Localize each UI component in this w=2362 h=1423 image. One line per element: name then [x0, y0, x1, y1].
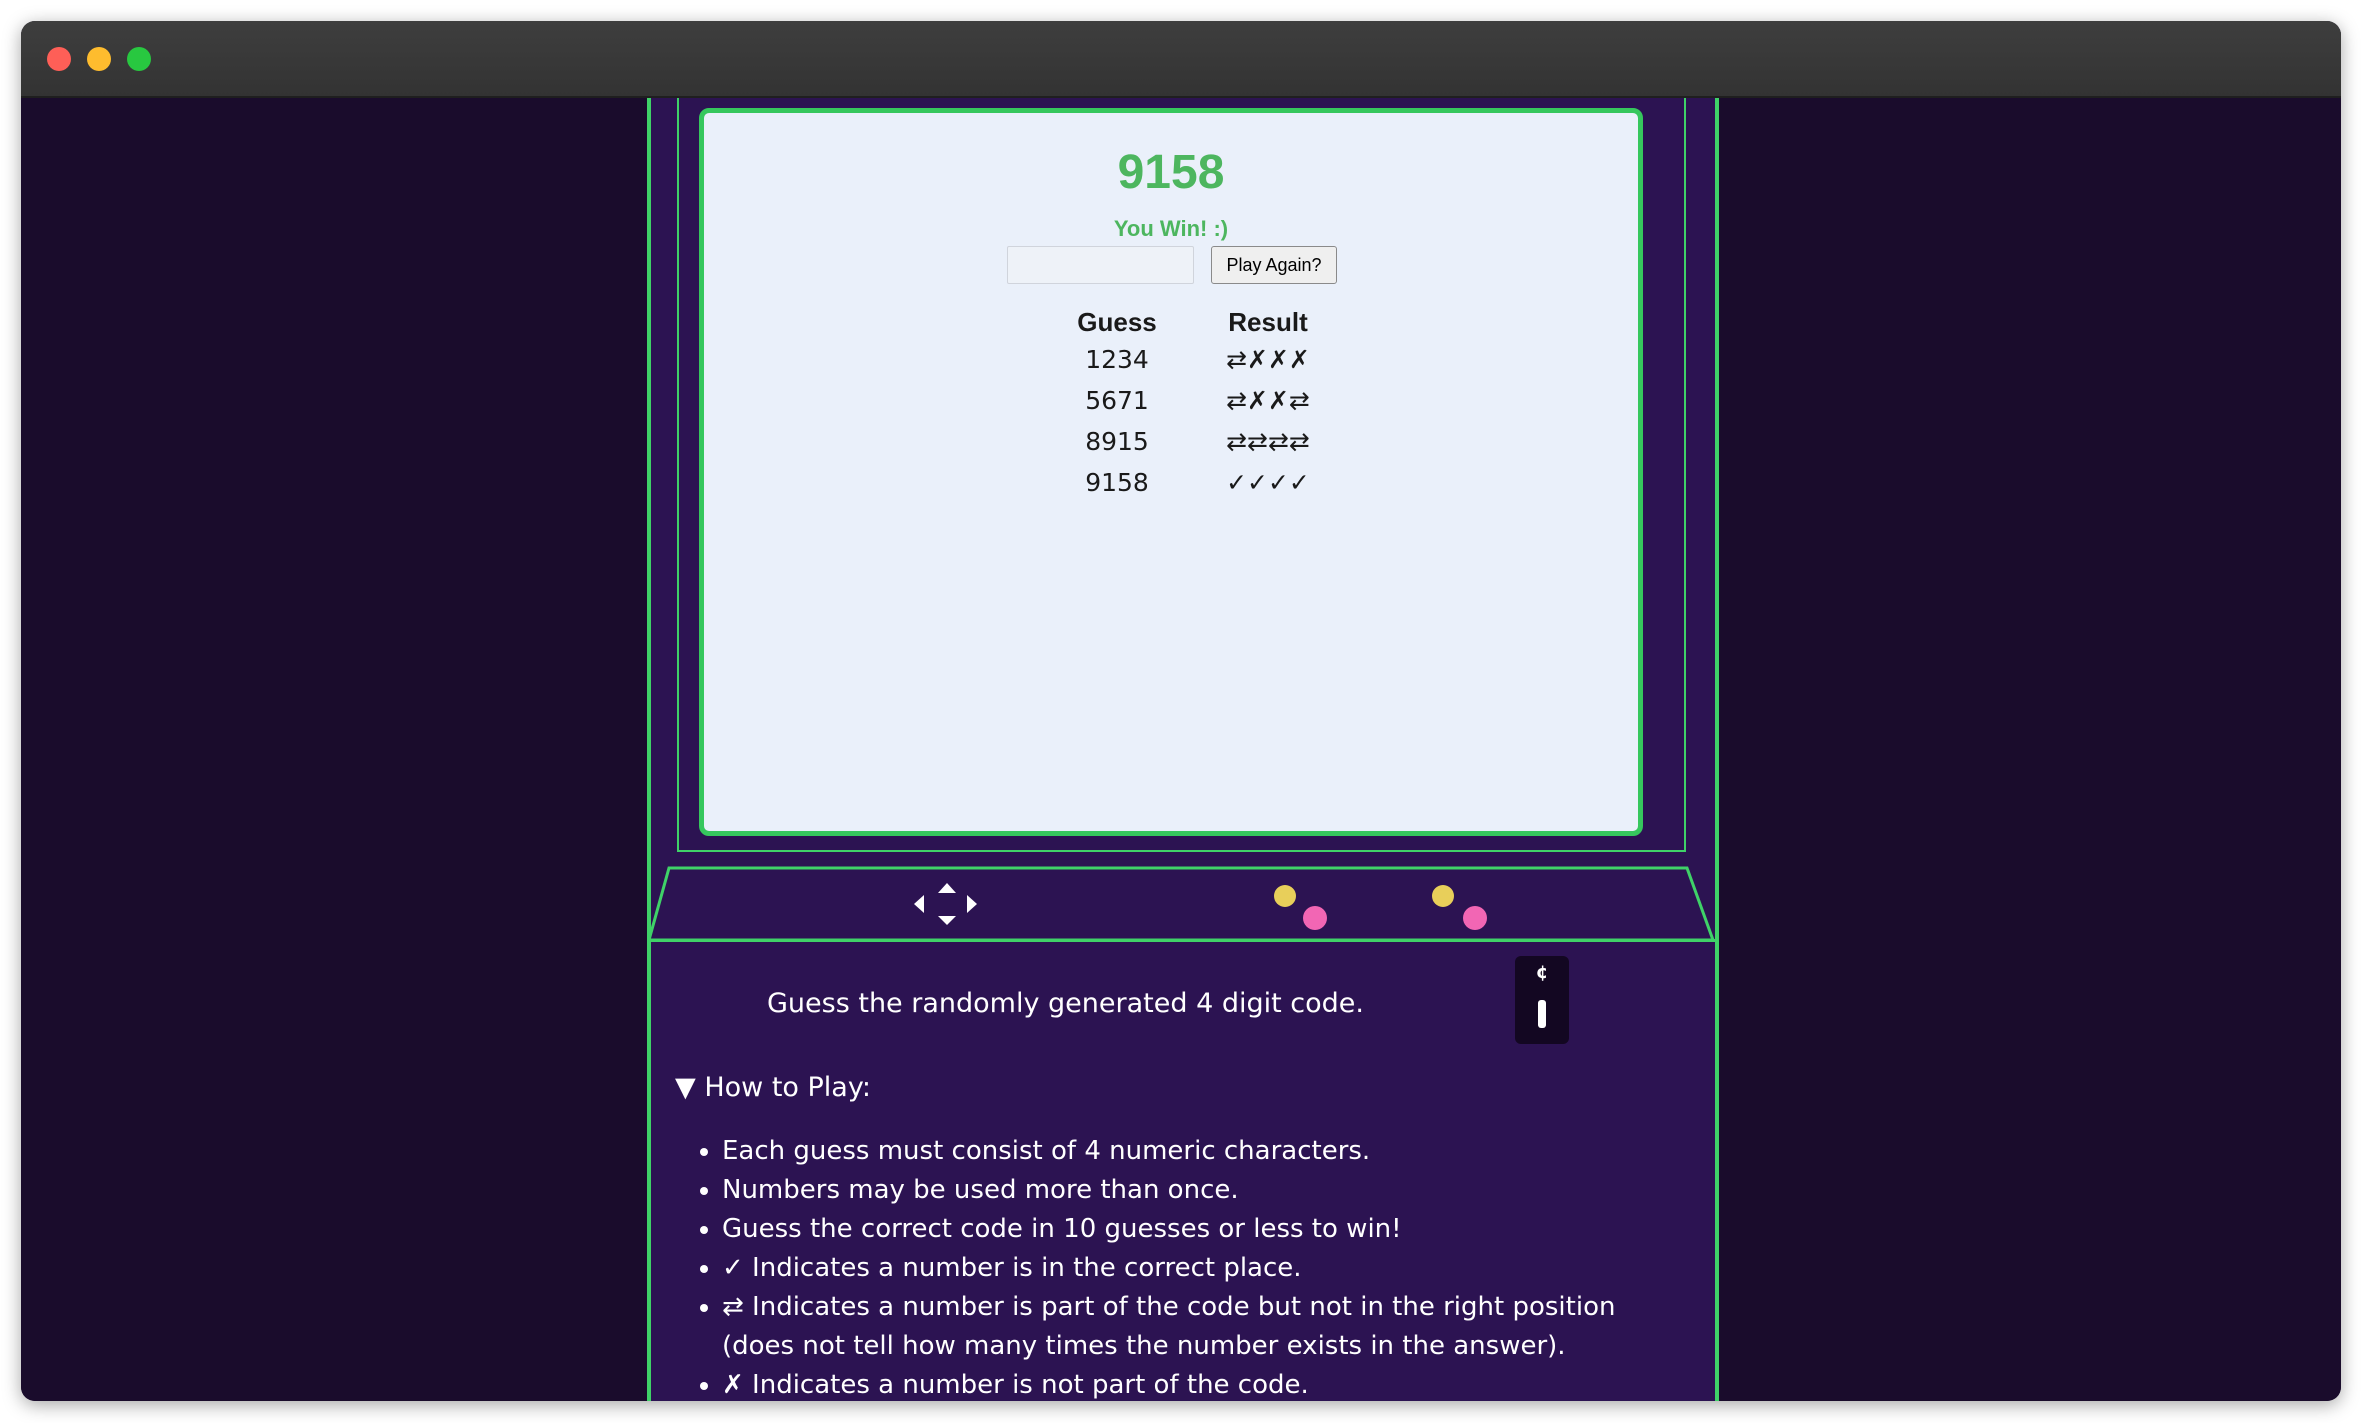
yellow-button-icon[interactable] [1274, 885, 1296, 907]
control-panel-surface [647, 866, 1716, 942]
guess-column-header: Guess [1077, 306, 1157, 337]
maximize-window-button[interactable] [127, 47, 151, 71]
table-row: 5671 ⇄✗✗⇄ [1042, 380, 1344, 421]
page-viewport: 9158 You Win! :) Play Again? Guess Resul… [21, 98, 2341, 1401]
list-item: Each guess must consist of 4 numeric cha… [722, 1132, 1682, 1171]
result-column-header: Result [1228, 306, 1308, 337]
title-bar [21, 21, 2341, 98]
arcade-control-panel [647, 866, 1719, 944]
play-again-button[interactable]: Play Again? [1211, 246, 1337, 284]
table-row: 1234 ⇄✗✗✗ [1042, 339, 1344, 380]
table-row: 8915 ⇄⇄⇄⇄ [1042, 421, 1344, 462]
arcade-screen: 9158 You Win! :) Play Again? Guess Resul… [699, 108, 1643, 836]
result-cell: ⇄✗✗✗ [1226, 345, 1310, 374]
pink-button-icon[interactable] [1463, 906, 1487, 930]
results-table: Guess Result 1234 ⇄✗✗✗ 5671 ⇄✗✗⇄ 8915 ⇄⇄… [1042, 305, 1344, 503]
arcade-cabinet-lower: Guess the randomly generated 4 digit cod… [647, 942, 1719, 1401]
game-description: Guess the randomly generated 4 digit cod… [767, 988, 1364, 1019]
minimize-window-button[interactable] [87, 47, 111, 71]
cent-icon: ¢ [1535, 962, 1549, 983]
rules-list: Each guess must consist of 4 numeric cha… [694, 1132, 1682, 1401]
browser-window: 9158 You Win! :) Play Again? Guess Resul… [21, 21, 2341, 1401]
pink-button-icon[interactable] [1303, 906, 1327, 930]
list-item: Guess the correct code in 10 guesses or … [722, 1210, 1682, 1249]
result-cell: ✓✓✓✓ [1226, 468, 1310, 497]
yellow-button-icon[interactable] [1432, 885, 1454, 907]
how-to-play-toggle[interactable]: ▼ How to Play: [675, 1072, 871, 1103]
guess-cell: 9158 [1085, 468, 1149, 497]
list-item: ⇄ Indicates a number is part of the code… [722, 1288, 1682, 1366]
result-cell: ⇄✗✗⇄ [1226, 386, 1310, 415]
list-item: ✗ Indicates a number is not part of the … [722, 1366, 1682, 1401]
coin-slot-opening [1538, 1000, 1546, 1028]
coin-slot[interactable]: ¢ [1515, 956, 1569, 1044]
result-cell: ⇄⇄⇄⇄ [1226, 427, 1310, 456]
control-panel-graphic [647, 866, 1719, 943]
list-item: ✓ Indicates a number is in the correct p… [722, 1249, 1682, 1288]
guess-cell: 8915 [1085, 427, 1149, 456]
close-window-button[interactable] [47, 47, 71, 71]
guess-input[interactable] [1007, 246, 1194, 284]
table-row: 9158 ✓✓✓✓ [1042, 462, 1344, 503]
list-item: Numbers may be used more than once. [722, 1171, 1682, 1210]
guess-cell: 1234 [1085, 345, 1149, 374]
secret-code: 9158 [1117, 146, 1225, 199]
results-header-row: Guess Result [1042, 305, 1344, 339]
guess-cell: 5671 [1085, 386, 1149, 415]
game-status: You Win! :) [1113, 216, 1229, 241]
